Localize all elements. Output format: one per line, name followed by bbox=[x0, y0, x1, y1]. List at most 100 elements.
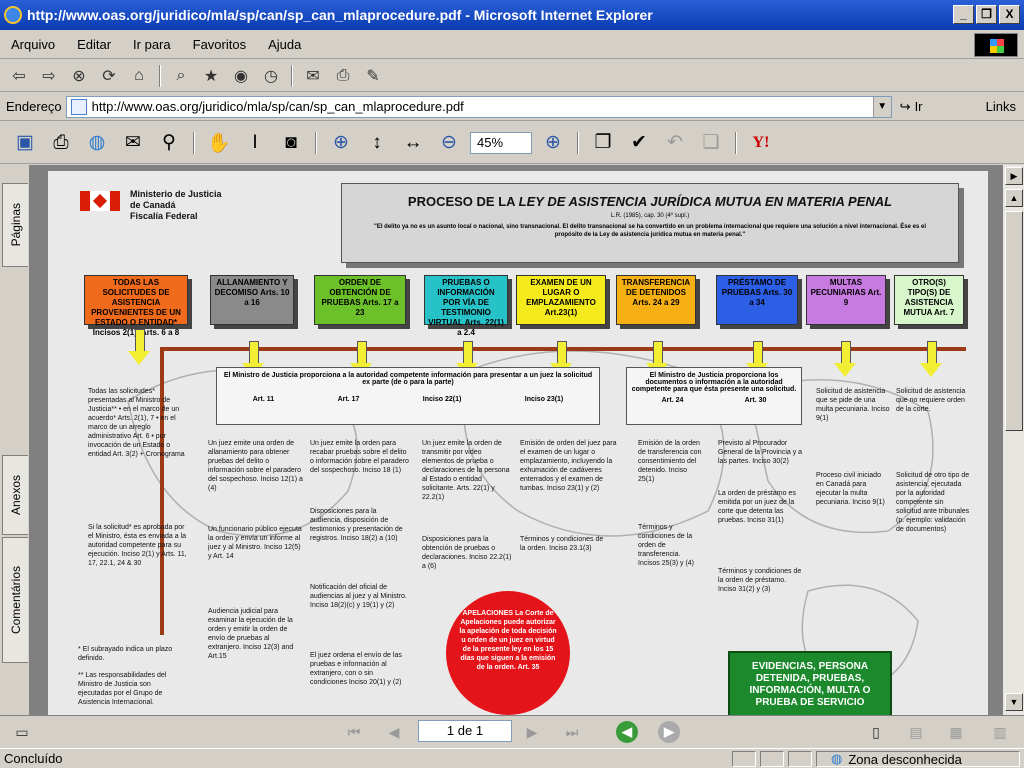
address-input[interactable]: http://www.oas.org/juridico/mla/sp/can/s… bbox=[65, 95, 892, 118]
media-icon[interactable]: ◉ bbox=[228, 64, 254, 88]
fit-width-icon[interactable]: ↔ bbox=[398, 128, 428, 158]
tab-paginas[interactable]: Páginas bbox=[2, 183, 28, 267]
vertical-scrollbar[interactable]: ▶ ▲ ▼ bbox=[1002, 165, 1024, 715]
menu-arquivo[interactable]: Arquivo bbox=[0, 37, 66, 52]
snapshot-icon[interactable]: ◙ bbox=[276, 128, 306, 158]
step-text: Un funcionario público ejecuta la orden … bbox=[208, 526, 302, 560]
yahoo-icon[interactable]: Y! bbox=[746, 128, 776, 158]
footnote: ** Las responsabilidades del Ministro de… bbox=[78, 672, 167, 706]
save-icon[interactable]: ▣ bbox=[10, 128, 40, 158]
mail-icon[interactable]: ✉ bbox=[300, 64, 326, 88]
forward-icon[interactable]: ⇨ bbox=[36, 64, 62, 88]
facing-icon[interactable]: ▦ bbox=[944, 721, 968, 743]
step-text: El juez ordena el envío de las pruebas e… bbox=[310, 652, 402, 686]
forward-view-icon[interactable]: ▶ bbox=[658, 721, 680, 743]
page-options-icon[interactable]: ❐ bbox=[588, 128, 618, 158]
panel-toggle-icon[interactable]: ▭ bbox=[10, 721, 34, 743]
category-box: MULTAS PECUNIARIAS Art. 9 bbox=[806, 275, 886, 325]
web-icon[interactable]: ◍ bbox=[82, 128, 112, 158]
tab-anexos-label: Anexos bbox=[8, 474, 23, 516]
title-italic: LEY DE ASISTENCIA JURÍDICA MUTUA EN MATE… bbox=[518, 194, 893, 209]
step-text: Un juez emite una orden de allanamiento … bbox=[208, 440, 303, 492]
single-page-icon[interactable]: ▯ bbox=[864, 721, 888, 743]
copy-icon[interactable]: ❏ bbox=[696, 128, 726, 158]
step-text: Un juez emite la orden para recabar prue… bbox=[310, 440, 409, 474]
art-label: Art. 11 bbox=[252, 396, 275, 403]
menu-ajuda[interactable]: Ajuda bbox=[257, 37, 312, 52]
refresh-icon[interactable]: ⟳ bbox=[96, 64, 122, 88]
email-icon[interactable]: ✉ bbox=[118, 128, 148, 158]
menu-ir-para[interactable]: Ir para bbox=[122, 37, 182, 52]
category-label: EXAMEN DE UN LUGAR O EMPLAZAMIENTO Art.2… bbox=[526, 278, 596, 317]
address-label: Endereço bbox=[6, 99, 62, 114]
scroll-thumb[interactable] bbox=[1005, 211, 1023, 431]
category-label: MULTAS PECUNIARIAS Art. 9 bbox=[810, 278, 882, 307]
info-arts: Art. 24 Art. 30 bbox=[631, 397, 797, 404]
category-box: PRÉSTAMO DE PRUEBAS Arts. 30 a 34 bbox=[716, 275, 798, 325]
step-text: Proceso civil iniciado en Canadá para ej… bbox=[816, 472, 885, 506]
category-label: OTRO(S) TIPO(S) DE ASISTENCIA MUTUA Art.… bbox=[903, 278, 955, 317]
close-button[interactable]: X bbox=[999, 5, 1020, 24]
continuous-facing-icon[interactable]: ▥ bbox=[988, 721, 1012, 743]
spellcheck-icon[interactable]: ✔ bbox=[624, 128, 654, 158]
pdf-toolbar: ▣ ⎙ ◍ ✉ ⚲ ✋ I ◙ ⊕ ↕ ↔ ⊖ 45% ⊕ ❐ ✔ ↶ ❏ Y! bbox=[0, 122, 1024, 164]
step-text: Todas las solicitudes* presentadas al Mi… bbox=[88, 388, 185, 458]
print-pdf-icon[interactable]: ⎙ bbox=[46, 128, 76, 158]
minimize-button[interactable]: _ bbox=[953, 5, 974, 24]
category-box: PRUEBAS O INFORMACIÓN POR VÍA DE TESTIMO… bbox=[424, 275, 508, 337]
down-arrow-icon bbox=[128, 329, 150, 369]
art-label: Inciso 22(1) bbox=[422, 396, 462, 403]
print-icon[interactable]: ⎙ bbox=[330, 64, 356, 88]
zoom-out-icon[interactable]: ⊖ bbox=[434, 128, 464, 158]
address-dropdown-icon[interactable]: ▼ bbox=[872, 96, 891, 117]
document-viewer[interactable]: Ministerio de Justicia de Canadá Fiscalí… bbox=[30, 165, 1002, 715]
favorites-icon[interactable]: ★ bbox=[198, 64, 224, 88]
history-icon[interactable]: ◷ bbox=[258, 64, 284, 88]
restore-button[interactable]: ❐ bbox=[976, 5, 997, 24]
category-box: TRANSFERENCIA DE DETENIDOS Arts. 24 a 29 bbox=[616, 275, 696, 325]
document-subtitle: L.R. (1985), cap. 30 (4º supl.) bbox=[610, 213, 690, 219]
scroll-up-icon[interactable]: ▲ bbox=[1005, 189, 1023, 207]
hand-tool-icon[interactable]: ✋ bbox=[204, 128, 234, 158]
down-arrow-icon bbox=[834, 341, 856, 381]
fit-page-icon[interactable]: ↕ bbox=[362, 128, 392, 158]
page-navigation-bar: ▭ ⏮ ◀ 1 de 1 ▶ ⏭ ◀ ▶ ▯ ▤ ▦ ▥ bbox=[0, 715, 1024, 747]
scroll-right-icon[interactable]: ▶ bbox=[1005, 167, 1023, 185]
art-label: Art. 30 bbox=[744, 397, 767, 404]
tab-comentarios[interactable]: Comentários bbox=[2, 537, 28, 663]
select-text-icon[interactable]: I bbox=[240, 128, 270, 158]
tab-anexos[interactable]: Anexos bbox=[2, 455, 28, 535]
step-text: Solicitud de asistencia que no requiere … bbox=[896, 388, 966, 413]
find-icon[interactable]: ⚲ bbox=[154, 128, 184, 158]
zoom-icon[interactable]: ⊕ bbox=[326, 128, 356, 158]
step-text: Términos y condiciones de la orden de pr… bbox=[718, 568, 802, 593]
zoom-field[interactable]: 45% bbox=[470, 131, 532, 154]
step-text: Notificación del oficial de audiencias a… bbox=[310, 584, 407, 609]
step-text: Si la solicitud* es aprobada por el Mini… bbox=[88, 524, 187, 567]
prev-page-icon[interactable]: ◀ bbox=[382, 721, 406, 743]
page-indicator[interactable]: 1 de 1 bbox=[418, 720, 512, 742]
continuous-icon[interactable]: ▤ bbox=[904, 721, 928, 743]
go-label: Ir bbox=[914, 99, 923, 114]
zoom-in-icon[interactable]: ⊕ bbox=[538, 128, 568, 158]
stop-icon[interactable]: ⊗ bbox=[66, 64, 92, 88]
edit-icon[interactable]: ✎ bbox=[360, 64, 386, 88]
home-icon[interactable]: ⌂ bbox=[126, 64, 152, 88]
next-page-icon[interactable]: ▶ bbox=[520, 721, 544, 743]
menu-editar[interactable]: Editar bbox=[66, 37, 122, 52]
first-page-icon[interactable]: ⏮ bbox=[342, 721, 366, 743]
info-arts: Art. 11 Art. 17 Inciso 22(1) Inciso 23(1… bbox=[221, 396, 595, 403]
side-panel: Páginas Anexos Comentários bbox=[0, 165, 30, 715]
search-icon[interactable]: ⌕ bbox=[168, 64, 194, 88]
back-icon[interactable]: ⇦ bbox=[6, 64, 32, 88]
category-box: TODAS LAS SOLICITUDES DE ASISTENCIA PROV… bbox=[84, 275, 188, 337]
go-button[interactable]: ↪ Ir bbox=[900, 99, 923, 115]
scroll-down-icon[interactable]: ▼ bbox=[1005, 693, 1023, 711]
links-button[interactable]: Links bbox=[986, 99, 1016, 114]
address-bar: Endereço http://www.oas.org/juridico/mla… bbox=[0, 93, 1024, 121]
org-line: Ministerio de Justicia bbox=[130, 189, 222, 199]
undo-icon[interactable]: ↶ bbox=[660, 128, 690, 158]
back-view-icon[interactable]: ◀ bbox=[616, 721, 638, 743]
menu-favoritos[interactable]: Favoritos bbox=[182, 37, 257, 52]
last-page-icon[interactable]: ⏭ bbox=[560, 721, 584, 743]
